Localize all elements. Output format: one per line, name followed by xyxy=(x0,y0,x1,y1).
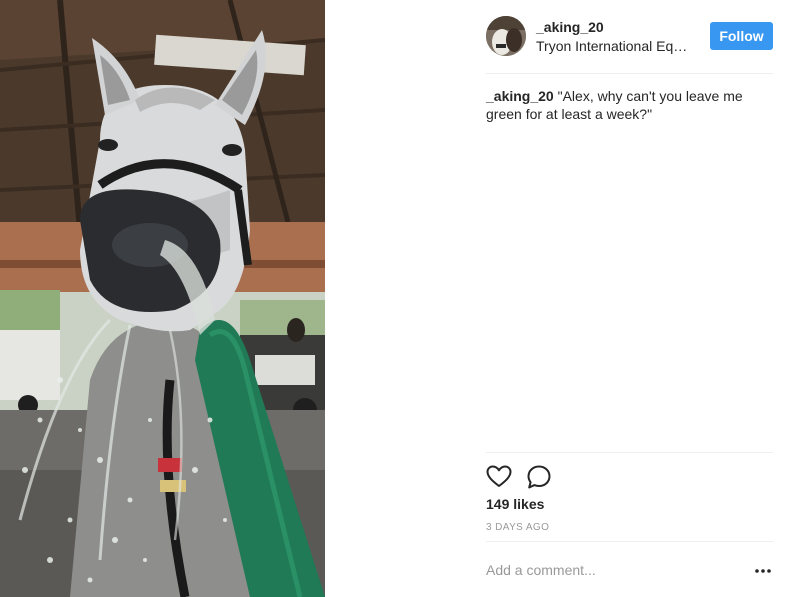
username-link[interactable]: _aking_20 xyxy=(536,19,604,35)
action-bar xyxy=(486,464,773,490)
location-link[interactable]: Tryon International Equestrian Center xyxy=(536,38,688,54)
post-header: _aking_20 Tryon International Equestrian… xyxy=(486,16,773,56)
header-divider xyxy=(486,73,773,74)
post-timestamp[interactable]: 3 DAYS AGO xyxy=(486,522,549,533)
comment-divider xyxy=(486,541,773,542)
comment-bubble-icon[interactable] xyxy=(526,464,552,490)
instagram-post: _aking_20 Tryon International Equestrian… xyxy=(0,0,796,597)
avatar-image xyxy=(486,16,526,56)
follow-button[interactable]: Follow xyxy=(710,22,773,50)
more-options-icon[interactable] xyxy=(753,564,773,576)
heart-icon[interactable] xyxy=(486,464,512,490)
avatar[interactable] xyxy=(486,16,526,56)
post-photo[interactable] xyxy=(0,0,325,597)
actions-divider xyxy=(486,452,773,453)
likes-count[interactable]: 149 likes xyxy=(486,496,544,512)
horse-hose-photo xyxy=(0,0,325,597)
comment-input[interactable] xyxy=(486,560,736,580)
post-caption: _aking_20 "Alex, why can't you leave me … xyxy=(486,87,773,123)
post-details-panel: _aking_20 Tryon International Equestrian… xyxy=(486,0,773,597)
caption-username-link[interactable]: _aking_20 xyxy=(486,88,554,104)
